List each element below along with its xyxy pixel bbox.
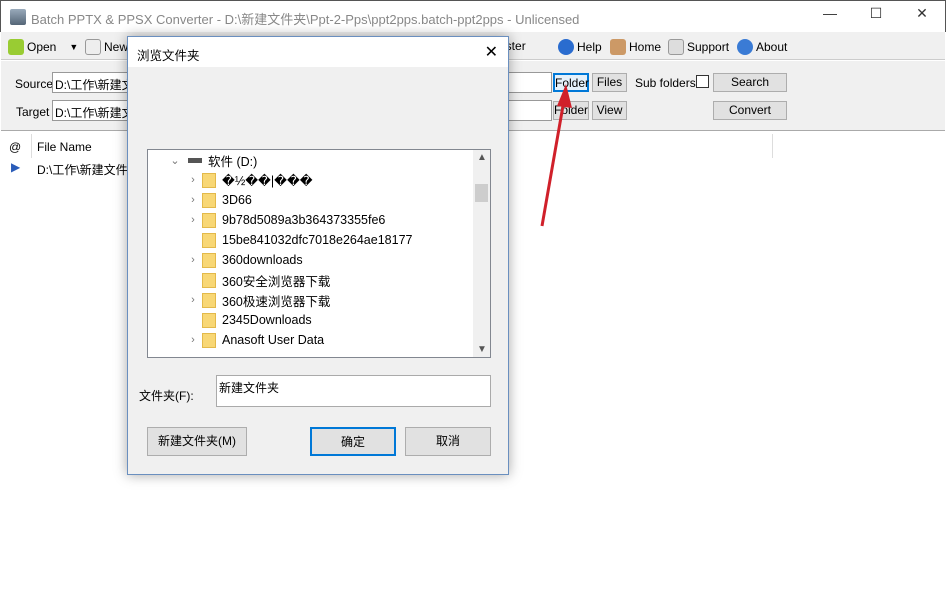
folder-icon [202,192,216,208]
folder-name: 3D66 [222,193,252,207]
row-pointer-icon: ▶ [11,160,21,174]
subfolders-checkbox[interactable] [696,75,709,88]
minimize-button[interactable]: — [807,5,853,27]
folder-name: �½��|��� [222,173,313,188]
help-icon [558,39,574,55]
tree-folder-item[interactable]: › 3D66 [184,190,252,210]
new-folder-button[interactable]: 新建文件夹(M) [147,427,247,456]
maximize-button[interactable]: ☐ [853,5,899,27]
chevron-right-icon[interactable]: › [184,294,202,306]
table-row[interactable]: D:\工作\新建文件 [37,161,128,178]
dialog-close-button[interactable]: ✕ [485,42,498,62]
folder-name-input[interactable]: 新建文件夹 [216,375,491,407]
open-label: Open [27,40,57,54]
home-icon [610,39,626,55]
folder-name: Anasoft User Data [222,333,325,347]
tree-folder-item[interactable]: › 9b78d5089a3b364373355fe6 [184,210,385,230]
support-button[interactable]: Support [668,39,729,55]
close-button[interactable]: ✕ [899,5,945,27]
tree-folder-item[interactable]: 360安全浏览器下载 [184,270,330,290]
tree-folder-item[interactable]: › 360极速浏览器下载 [184,290,330,310]
column-status[interactable]: @ [9,140,21,154]
scroll-up-icon[interactable]: ▲ [477,152,487,163]
open-button[interactable]: Open ▼ [8,39,78,55]
dropdown-arrow-icon[interactable]: ▼ [69,42,78,52]
chevron-down-icon[interactable]: ⌄ [166,154,184,167]
folder-icon [202,332,216,348]
dialog-header: 浏览文件夹 ✕ [128,37,508,67]
chevron-right-icon[interactable]: › [184,254,202,266]
home-button[interactable]: Home [610,39,661,55]
folder-tree[interactable]: ⌄ 软件 (D:) › �½��|��� › 3D66 › 9b78d5089a3b3643… [147,149,491,358]
cancel-button[interactable]: 取消 [405,427,491,456]
support-label: Support [687,40,730,54]
folder-name: 360downloads [222,253,303,267]
chevron-right-icon[interactable]: › [184,174,202,186]
chevron-right-icon[interactable]: › [184,334,202,346]
folder-icon [202,292,216,308]
scroll-down-icon[interactable]: ▼ [477,344,487,355]
chevron-right-icon[interactable]: › [184,194,202,206]
drive-icon [188,157,202,163]
info-icon [737,39,753,55]
target-label: Target [16,105,50,119]
tree-root-drive[interactable]: ⌄ 软件 (D:) [166,150,257,170]
tree-scrollbar[interactable]: ▲ ▼ [473,150,490,357]
tree-folder-item[interactable]: 15be841032dfc7018e264ae18177 [184,230,412,250]
folder-name: 9b78d5089a3b364373355fe6 [222,213,386,227]
subfolders-label: Sub folders [635,76,696,90]
new-button[interactable]: New [85,39,128,55]
tree-folder-item[interactable]: › Anasoft User Data [184,330,324,350]
folder-name: 2345Downloads [222,313,312,327]
source-label: Source [15,77,54,91]
folder-icon [202,252,216,268]
folder-icon [202,272,216,288]
search-button[interactable]: Search [713,73,787,92]
drive-label: 软件 (D:) [208,154,258,169]
about-label: About [756,40,788,54]
home-label: Home [629,40,662,54]
new-file-icon [85,39,101,55]
scroll-thumb[interactable] [475,184,488,202]
help-label: Help [577,40,602,54]
tree-folder-item[interactable]: 2345Downloads [184,310,312,330]
folder-icon [202,172,216,188]
folder-name: 360极速浏览器下载 [222,294,331,309]
annotation-arrow [540,84,572,227]
folder-icon [202,232,216,248]
folder-icon [202,212,216,228]
tree-folder-item[interactable]: › 360downloads [184,250,303,270]
app-icon [10,9,26,25]
folder-name: 360安全浏览器下载 [222,274,331,289]
tree-folder-item[interactable]: › �½��|��� [184,170,313,190]
about-button[interactable]: About [737,39,787,55]
folder-icon [202,312,216,328]
title-bar: Batch PPTX & PPSX Converter - D:\新建文件夹\P… [0,0,946,32]
browse-folder-dialog: 浏览文件夹 ✕ ⌄ 软件 (D:) › �½��|��� › 3D66 › 9b78d508… [127,36,509,475]
ok-button[interactable]: 确定 [310,427,396,456]
chevron-right-icon[interactable]: › [184,214,202,226]
help-button[interactable]: Help [558,39,602,55]
folder-open-icon [8,39,24,55]
folder-label: 文件夹(F): [139,389,194,403]
folder-name: 15be841032dfc7018e264ae18177 [222,233,413,247]
window-title: Batch PPTX & PPSX Converter - D:\新建文件夹\P… [31,12,580,27]
new-label: New [104,40,129,54]
dialog-title: 浏览文件夹 [137,49,200,63]
mail-icon [668,39,684,55]
convert-button[interactable]: Convert [713,101,787,120]
column-file-name[interactable]: File Name [37,140,92,154]
